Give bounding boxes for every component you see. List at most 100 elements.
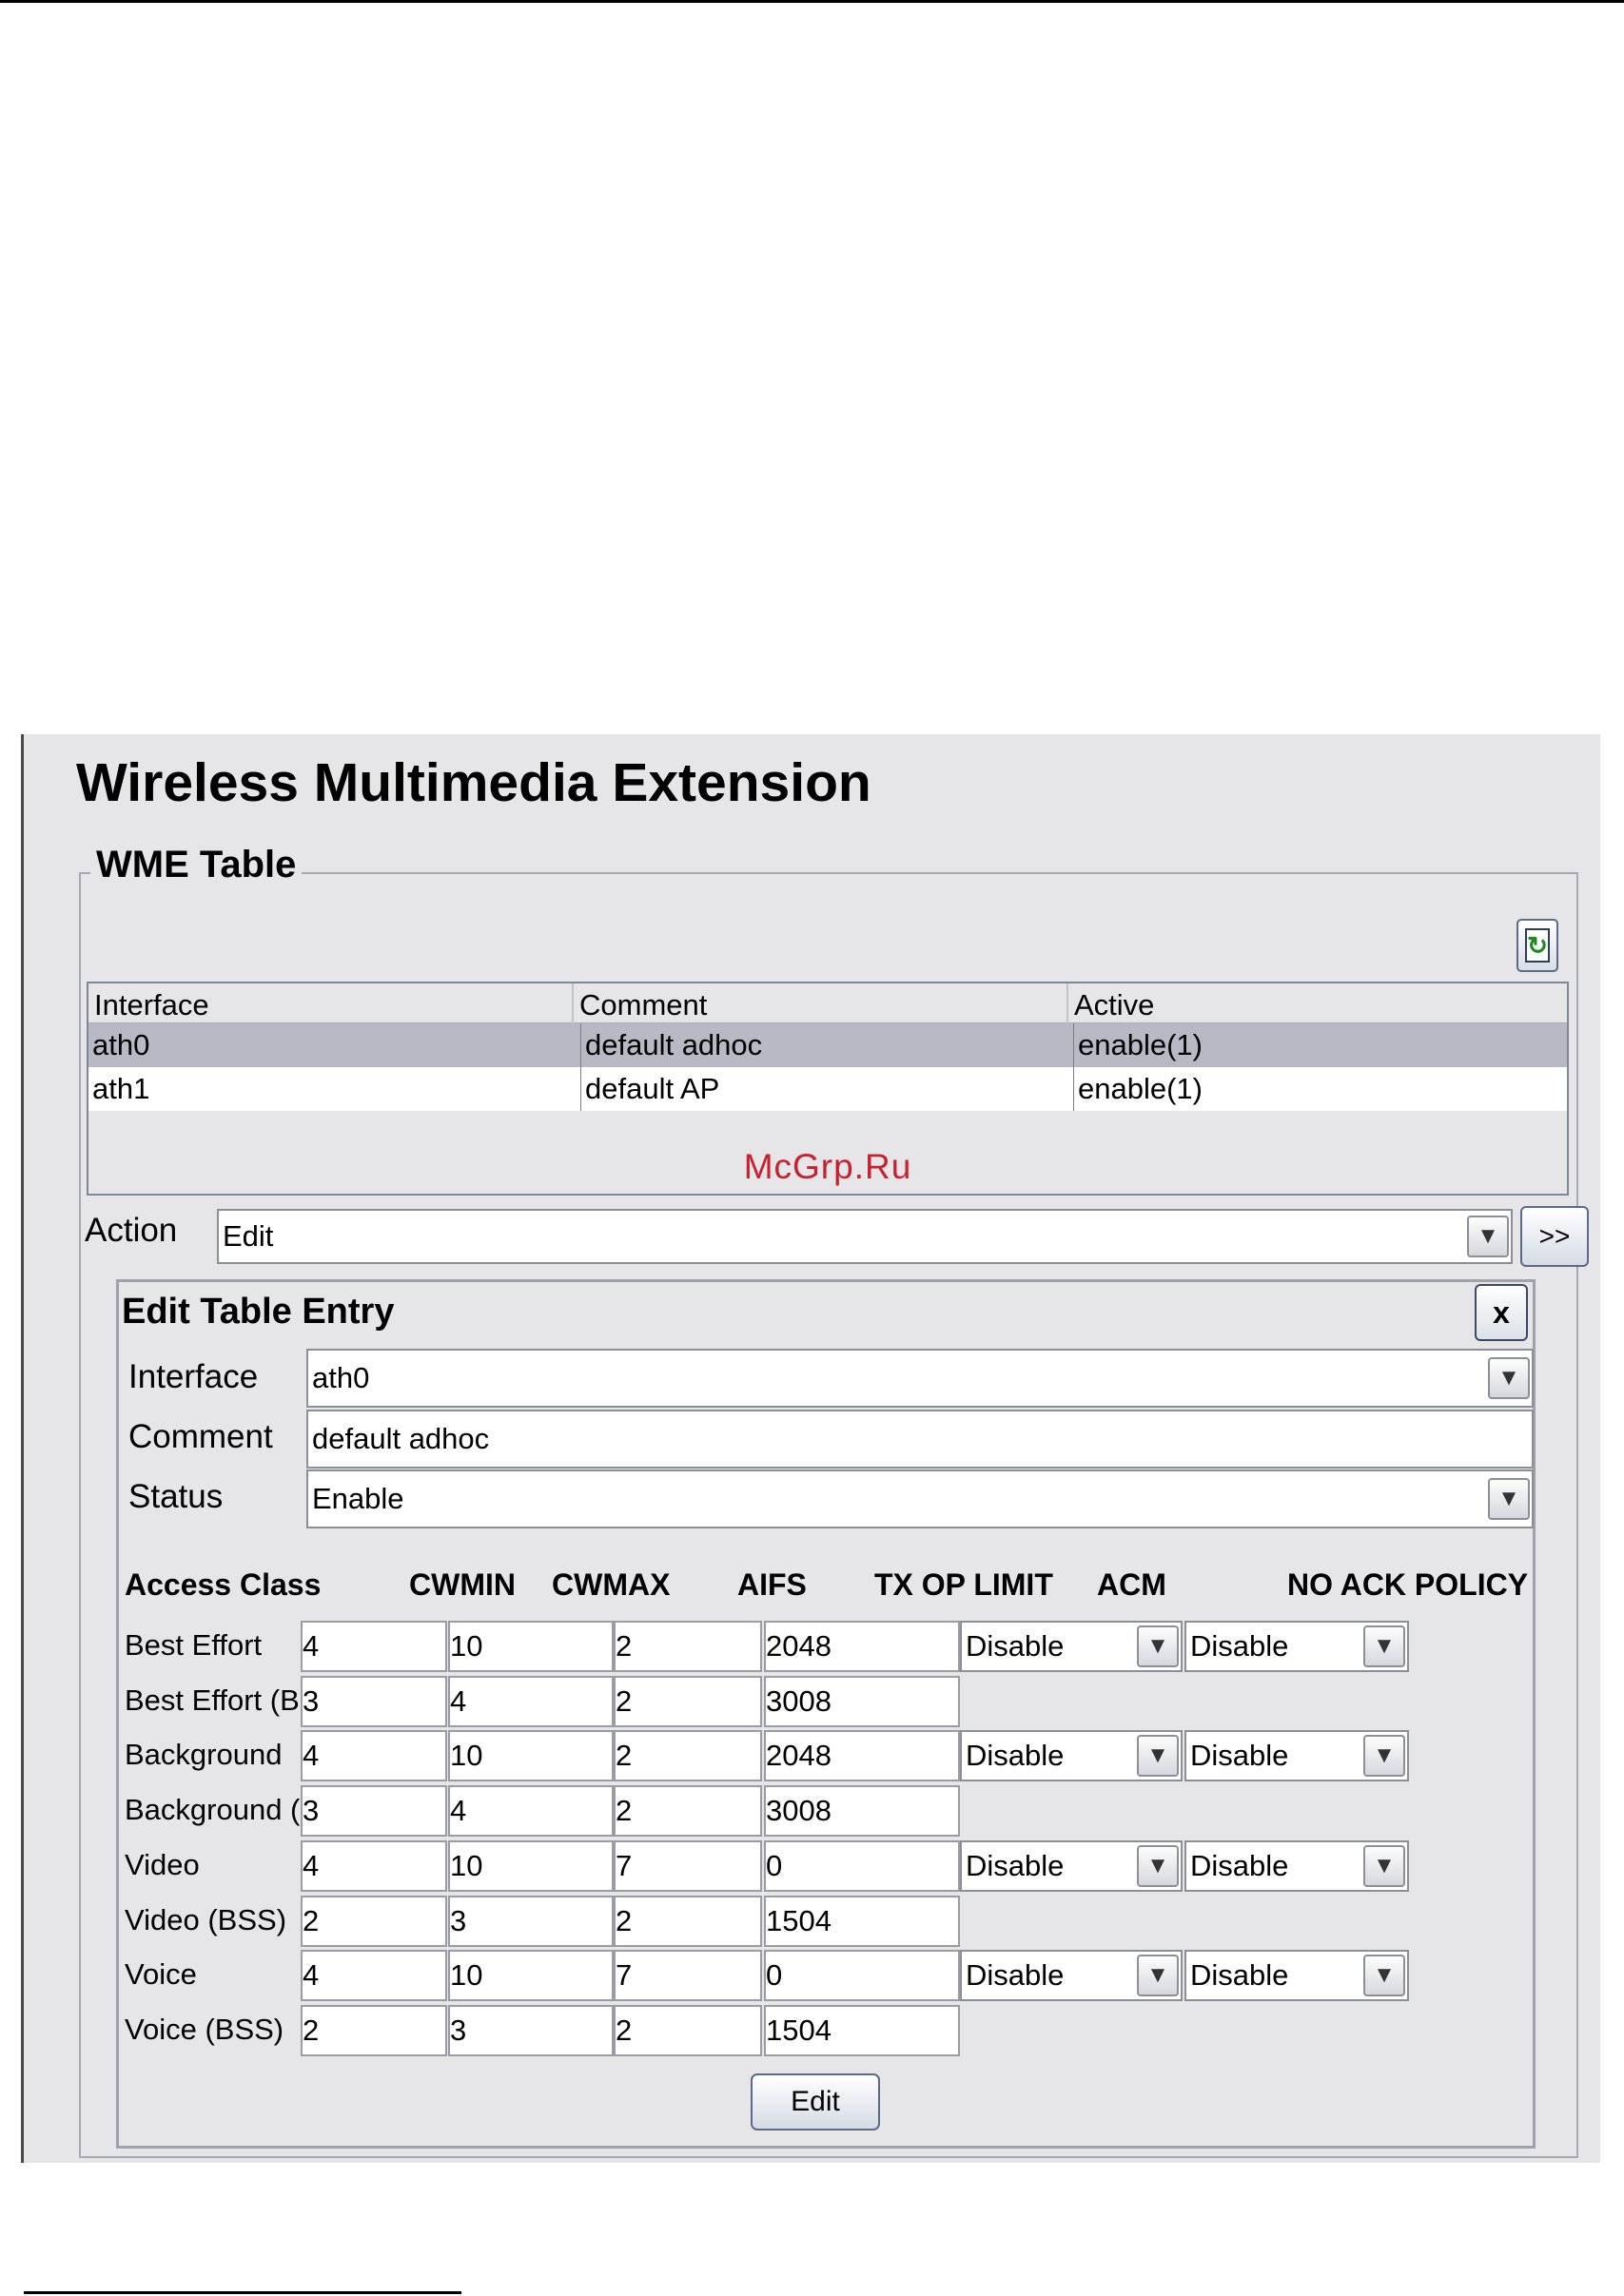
cell-active: enable(1)	[1078, 1072, 1203, 1105]
txop-limit-field[interactable]: 2048	[764, 1621, 960, 1672]
cwmax-field[interactable]: 10	[448, 1621, 614, 1672]
chevron-down-icon[interactable]: ▼	[1467, 1216, 1509, 1257]
comment-field[interactable]: default adhoc	[306, 1410, 1534, 1469]
action-select[interactable]: Edit ▼	[217, 1209, 1513, 1264]
txop-limit-field[interactable]: 3008	[764, 1785, 960, 1837]
cwmin-field[interactable]: 3	[301, 1785, 447, 1837]
chevron-down-icon[interactable]: ▼	[1363, 1735, 1405, 1777]
chevron-down-icon[interactable]: ▼	[1137, 1955, 1179, 1996]
no-ack-policy-select-value: Disable	[1190, 1739, 1289, 1772]
acm-select[interactable]: Disable ▼	[960, 1950, 1183, 2001]
acm-select[interactable]: Disable ▼	[960, 1621, 1183, 1672]
cwmax-field[interactable]: 3	[448, 1896, 614, 1947]
top-rule	[0, 0, 1624, 3]
column-header-txop: TX OP LIMIT	[874, 1567, 1053, 1602]
aifs-field[interactable]: 2	[614, 1896, 762, 1947]
aifs-field[interactable]: 7	[614, 1840, 762, 1892]
watermark: McGrp.Ru	[743, 1147, 912, 1186]
wme-table: Interface Comment Active ath0 default ad…	[87, 982, 1569, 1196]
access-class-label: Background	[125, 1738, 283, 1771]
acm-select-value: Disable	[966, 1629, 1065, 1663]
column-header-interface[interactable]: Interface	[88, 983, 574, 1023]
no-ack-policy-select[interactable]: Disable ▼	[1184, 1840, 1409, 1892]
no-ack-policy-select[interactable]: Disable ▼	[1184, 1730, 1409, 1781]
chevron-down-icon[interactable]: ▼	[1363, 1625, 1405, 1667]
no-ack-policy-select-value: Disable	[1190, 1849, 1289, 1882]
chevron-down-icon[interactable]: ▼	[1137, 1625, 1179, 1667]
cwmin-field[interactable]: 4	[301, 1730, 447, 1781]
chevron-down-icon[interactable]: ▼	[1137, 1845, 1179, 1887]
cwmin-field[interactable]: 2	[301, 2005, 447, 2056]
aifs-field[interactable]: 2	[614, 2005, 762, 2056]
cwmax-field[interactable]: 10	[448, 1730, 614, 1781]
status-select[interactable]: Enable ▼	[306, 1469, 1534, 1528]
no-ack-policy-select[interactable]: Disable ▼	[1184, 1621, 1409, 1672]
aifs-field[interactable]: 2	[614, 1621, 762, 1672]
chevron-down-icon[interactable]: ▼	[1363, 1955, 1405, 1996]
acm-select-value: Disable	[966, 1849, 1065, 1882]
cell-interface: ath0	[88, 1023, 581, 1067]
access-class-label: Voice	[125, 1957, 197, 1991]
cwmin-field[interactable]: 4	[301, 1950, 447, 2001]
interface-label: Interface	[128, 1358, 259, 1395]
interface-select-value: ath0	[312, 1361, 370, 1394]
action-label: Action	[85, 1212, 178, 1249]
refresh-button[interactable]: ↻	[1516, 919, 1558, 972]
go-button[interactable]: >>	[1520, 1206, 1589, 1267]
wme-table-legend: WME Table	[90, 844, 303, 886]
chevron-down-icon[interactable]: ▼	[1137, 1735, 1179, 1777]
cwmin-field[interactable]: 4	[301, 1840, 447, 1892]
acm-select-value: Disable	[966, 1958, 1065, 1992]
column-header-active[interactable]: Active	[1068, 983, 1567, 1023]
cell-comment: default AP	[581, 1067, 1074, 1111]
no-ack-policy-select-value: Disable	[1190, 1629, 1289, 1663]
txop-limit-field[interactable]: 1504	[764, 2005, 960, 2056]
column-header-comment[interactable]: Comment	[574, 983, 1068, 1023]
page-title: Wireless Multimedia Extension	[76, 752, 871, 813]
edit-panel-title: Edit Table Entry	[122, 1292, 395, 1332]
column-header-acm: ACM	[1097, 1567, 1166, 1602]
no-ack-policy-select[interactable]: Disable ▼	[1184, 1950, 1409, 2001]
table-row[interactable]: ath0 default adhoc enable(1)	[88, 1023, 1567, 1067]
txop-limit-field[interactable]: 2048	[764, 1730, 960, 1781]
interface-select[interactable]: ath0 ▼	[306, 1349, 1534, 1408]
cwmax-field[interactable]: 4	[448, 1676, 614, 1727]
aifs-field[interactable]: 2	[614, 1785, 762, 1837]
edit-submit-button[interactable]: Edit	[751, 2073, 880, 2131]
aifs-field[interactable]: 7	[614, 1950, 762, 2001]
txop-limit-field[interactable]: 0	[764, 1950, 960, 2001]
txop-limit-field[interactable]: 3008	[764, 1676, 960, 1727]
column-header-cwmax: CWMAX	[552, 1567, 671, 1602]
table-header: Interface Comment Active	[88, 983, 1567, 1023]
comment-label: Comment	[128, 1418, 273, 1455]
column-header-access-class: Access Class	[125, 1567, 322, 1602]
cwmin-field[interactable]: 3	[301, 1676, 447, 1727]
column-header-cwmin: CWMIN	[409, 1567, 516, 1602]
cwmin-field[interactable]: 2	[301, 1896, 447, 1947]
acm-select[interactable]: Disable ▼	[960, 1840, 1183, 1892]
chevron-down-icon[interactable]: ▼	[1488, 1478, 1530, 1520]
action-select-value: Edit	[223, 1219, 274, 1253]
acm-select[interactable]: Disable ▼	[960, 1730, 1183, 1781]
footnote-rule	[24, 2291, 461, 2294]
table-row[interactable]: ath1 default AP enable(1)	[88, 1067, 1567, 1111]
chevron-down-icon[interactable]: ▼	[1363, 1845, 1405, 1887]
chevron-down-icon[interactable]: ▼	[1488, 1357, 1530, 1399]
cwmax-field[interactable]: 3	[448, 2005, 614, 2056]
cwmax-field[interactable]: 10	[448, 1950, 614, 2001]
wme-table-group: WME Table ↻ Interface Comment Active ath…	[79, 844, 1589, 2158]
status-select-value: Enable	[312, 1482, 404, 1515]
aifs-field[interactable]: 2	[614, 1676, 762, 1727]
aifs-field[interactable]: 2	[614, 1730, 762, 1781]
close-button[interactable]: x	[1475, 1284, 1528, 1341]
edit-table-entry-panel: Edit Table Entry x Interface ath0 ▼ Comm…	[116, 1279, 1536, 2149]
wme-panel: Wireless Multimedia Extension WME Table …	[21, 734, 1600, 2163]
cwmin-field[interactable]: 4	[301, 1621, 447, 1672]
column-header-no-ack-policy: NO ACK POLICY	[1287, 1567, 1529, 1602]
cwmax-field[interactable]: 4	[448, 1785, 614, 1837]
cwmax-field[interactable]: 10	[448, 1840, 614, 1892]
access-class-label: Voice (BSS)	[125, 2013, 284, 2046]
txop-limit-field[interactable]: 1504	[764, 1896, 960, 1947]
txop-limit-field[interactable]: 0	[764, 1840, 960, 1892]
cell-interface: ath1	[88, 1067, 581, 1111]
